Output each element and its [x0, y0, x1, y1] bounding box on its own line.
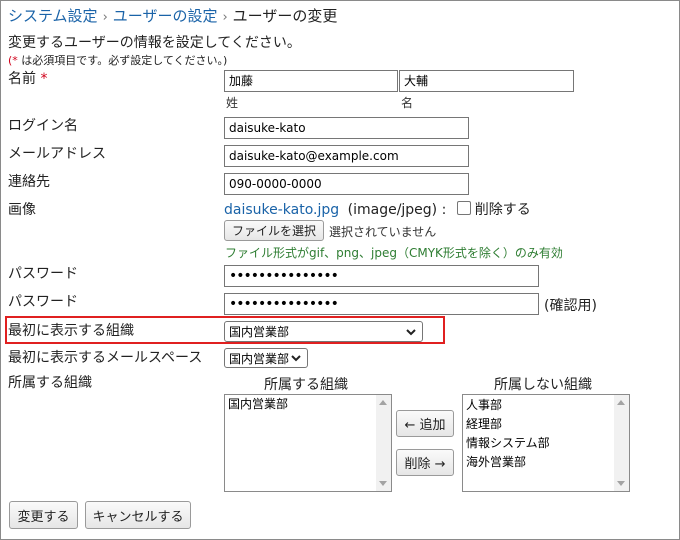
list-item[interactable]: 海外営業部 [463, 453, 629, 472]
required-note-star: (* [8, 54, 18, 67]
member-orgs-listbox[interactable]: 国内営業部 [224, 394, 392, 492]
default-org-label: 最初に表示する組織 [8, 323, 134, 339]
image-label: 画像 [8, 202, 36, 218]
chevron-down-icon [406, 325, 416, 339]
scrollbar[interactable] [614, 395, 629, 491]
member-orgs-header: 所属する組織 [264, 377, 348, 393]
required-mark: * [40, 71, 48, 87]
default-mail-selected: 国内営業部 [229, 351, 290, 366]
name-label-text: 名前 [8, 71, 36, 87]
image-file-type: (image/jpeg) : [347, 202, 447, 218]
list-item[interactable]: 情報システム部 [463, 434, 629, 453]
choose-file-button[interactable]: ファイルを選択 [224, 220, 324, 241]
list-item[interactable]: 国内営業部 [225, 395, 391, 414]
first-name-caption: 名 [401, 96, 414, 110]
chevron-down-icon [291, 351, 301, 365]
list-item[interactable]: 経理部 [463, 415, 629, 434]
no-file-selected: 選択されていません [329, 225, 437, 239]
nonmember-orgs-listbox[interactable]: 人事部 経理部 情報システム部 海外営業部 [462, 394, 630, 492]
file-format-hint: ファイル形式がgif、png、jpeg（CMYK形式を除く）のみ有効 [225, 246, 563, 260]
breadcrumb-separator: › [222, 10, 228, 25]
last-name-caption: 姓 [226, 96, 239, 110]
email-label: メールアドレス [8, 146, 106, 162]
remove-org-button[interactable]: 削除 → [396, 449, 454, 476]
nonmember-orgs-header: 所属しない組織 [494, 377, 592, 393]
required-note-text: は必須項目です。必ず設定してください。) [17, 54, 228, 67]
login-name-label: ログイン名 [8, 118, 78, 134]
required-note: (* は必須項目です。必ず設定してください。) [8, 52, 227, 68]
contact-label: 連絡先 [8, 174, 50, 190]
orgs-label: 所属する組織 [8, 375, 92, 391]
default-mail-select[interactable]: 国内営業部 [224, 348, 308, 368]
checkbox-icon[interactable] [456, 201, 471, 215]
scrollbar[interactable] [376, 395, 391, 491]
name-label: 名前 * [8, 68, 47, 88]
delete-image-label: 削除する [474, 202, 531, 218]
cancel-button[interactable]: キャンセルする [85, 501, 191, 529]
breadcrumb-current: ユーザーの変更 [232, 7, 338, 25]
contact-input[interactable]: 090-0000-0000 [224, 173, 469, 195]
scroll-up-icon[interactable] [379, 400, 387, 405]
image-file-row: daisuke-kato.jpg (image/jpeg) : 削除する [224, 199, 531, 219]
first-name-input[interactable]: 大輔 [399, 70, 574, 92]
scroll-down-icon[interactable] [379, 481, 387, 486]
default-org-select[interactable]: 国内営業部 [224, 321, 423, 342]
breadcrumb-separator: › [102, 10, 108, 25]
default-org-selected: 国内営業部 [229, 325, 290, 339]
password-confirm-label: パスワード [8, 294, 78, 310]
password-label: パスワード [8, 266, 78, 282]
scroll-up-icon[interactable] [617, 400, 625, 405]
last-name-input[interactable]: 加藤 [224, 70, 398, 92]
password-input[interactable]: ••••••••••••••• [224, 265, 539, 287]
breadcrumb-user-settings[interactable]: ユーザーの設定 [113, 7, 218, 25]
image-file-link[interactable]: daisuke-kato.jpg [224, 202, 339, 218]
password-confirm-suffix: (確認用) [544, 298, 597, 314]
password-confirm-input[interactable]: ••••••••••••••• [224, 293, 539, 315]
submit-button[interactable]: 変更する [9, 501, 78, 529]
email-input[interactable]: daisuke-kato@example.com [224, 145, 469, 167]
add-org-button[interactable]: ← 追加 [396, 410, 454, 437]
list-item[interactable]: 人事部 [463, 396, 629, 415]
default-mail-label: 最初に表示するメールスペース [8, 350, 203, 366]
breadcrumb: システム設定 › ユーザーの設定 › ユーザーの変更 [8, 5, 337, 26]
scroll-down-icon[interactable] [617, 481, 625, 486]
breadcrumb-system-settings[interactable]: システム設定 [8, 7, 98, 25]
login-name-input[interactable]: daisuke-kato [224, 117, 469, 139]
page-intro: 変更するユーザーの情報を設定してください。 [8, 35, 301, 51]
delete-image-checkbox[interactable]: 削除する [456, 201, 531, 218]
